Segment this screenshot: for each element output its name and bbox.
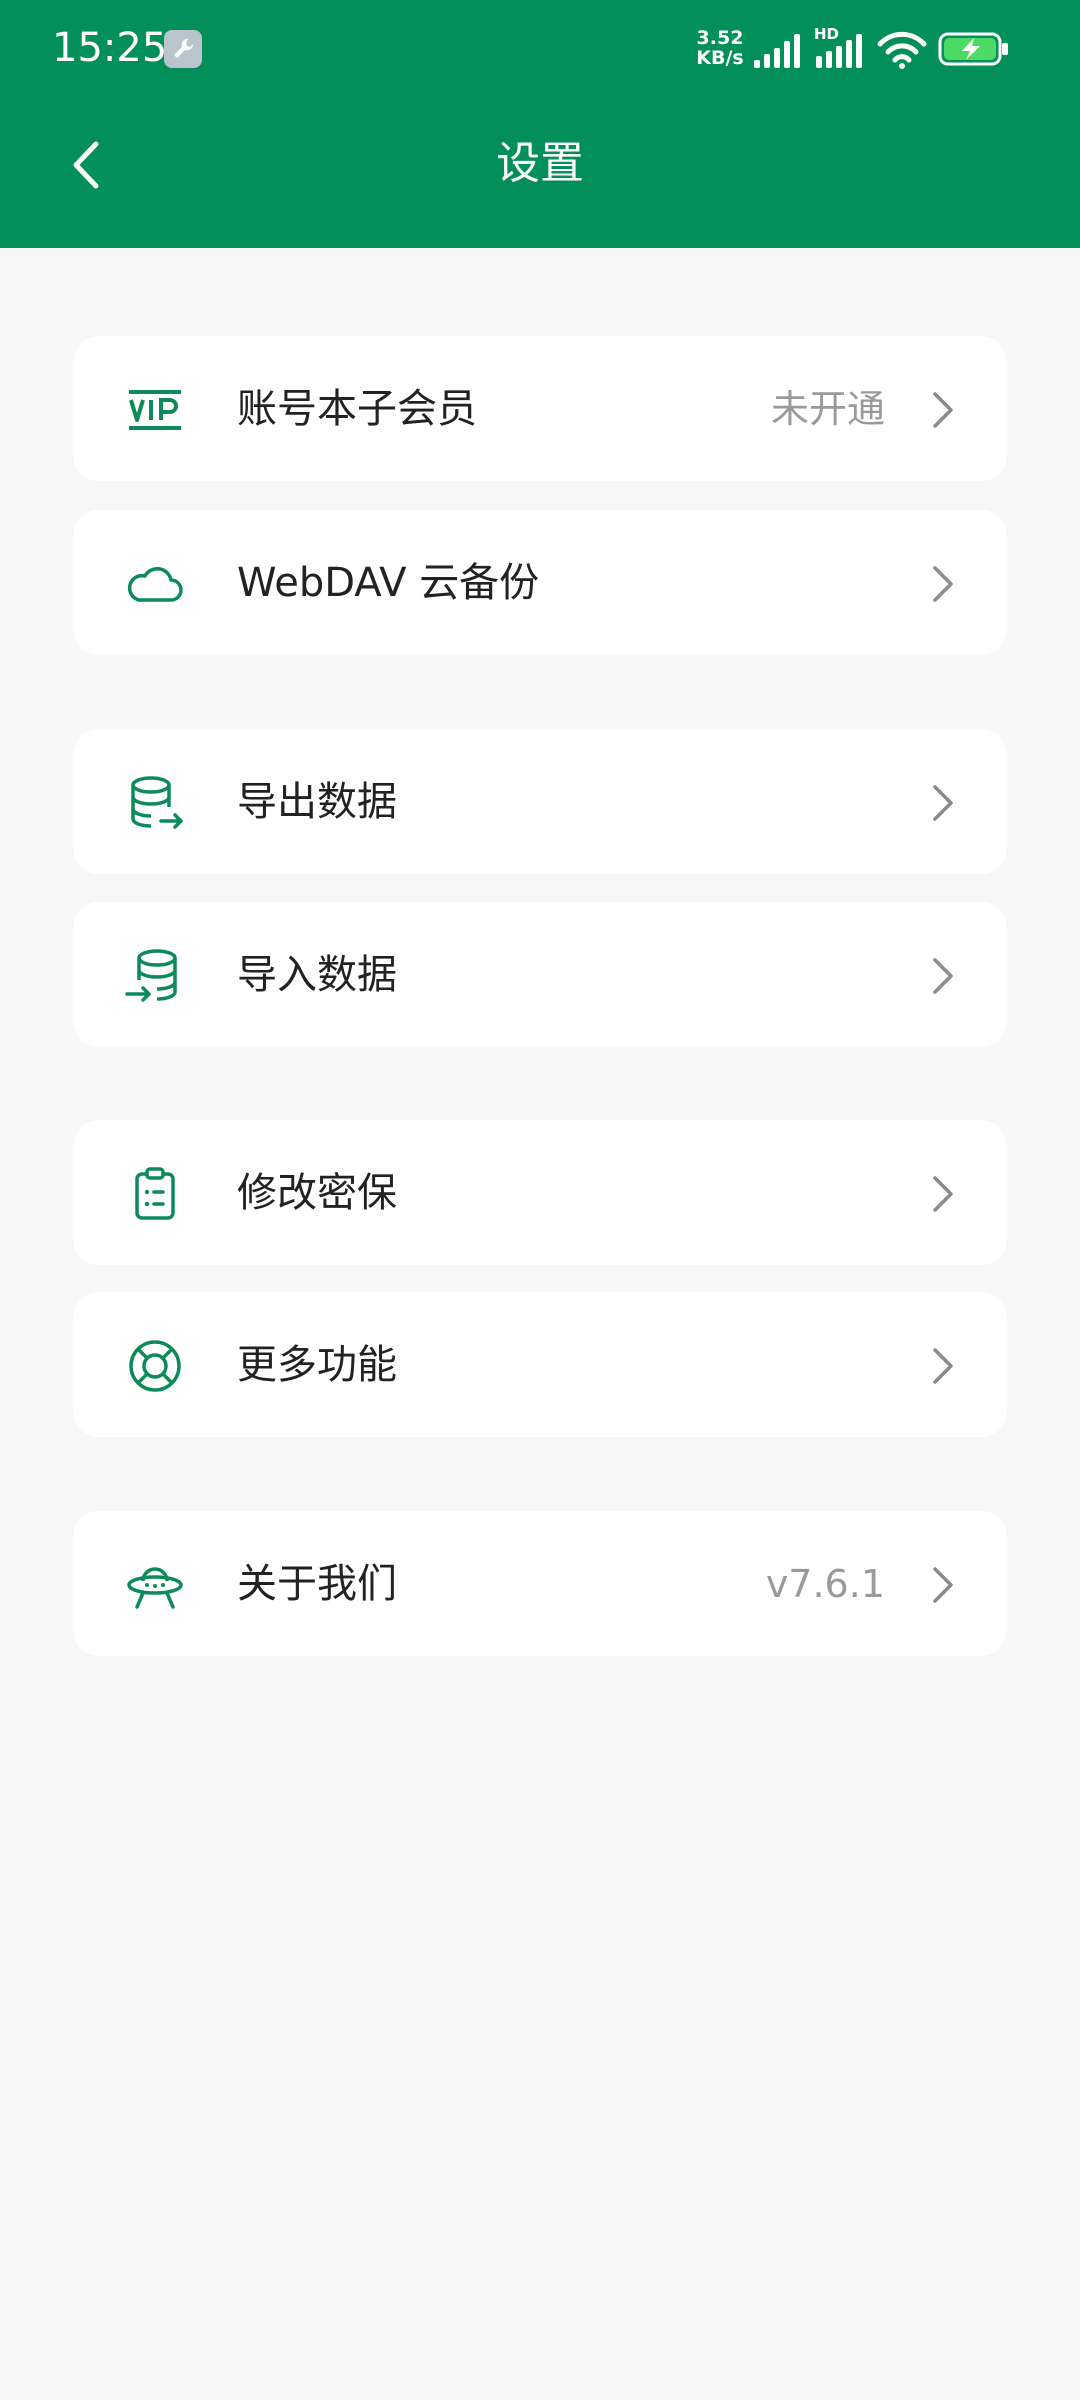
settings-item-label: 关于我们 <box>237 1561 397 1607</box>
chevron-right-icon <box>933 785 953 821</box>
settings-item-about[interactable]: 关于我们 v7.6.1 <box>73 1511 1007 1656</box>
membership-status: 未开通 <box>770 387 885 431</box>
chevron-right-icon <box>933 1567 953 1603</box>
page-title: 设置 <box>496 138 584 189</box>
battery-charging-icon <box>938 32 1008 66</box>
chevron-right-icon <box>933 1176 953 1212</box>
settings-item-export[interactable]: 导出数据 <box>73 729 1007 874</box>
settings-item-label: 账号本子会员 <box>237 386 477 432</box>
settings-item-import[interactable]: 导入数据 <box>73 902 1007 1047</box>
chevron-right-icon <box>933 958 953 994</box>
chevron-right-icon <box>933 1348 953 1384</box>
app-bar: 设置 <box>0 96 1080 248</box>
ufo-icon <box>127 1567 183 1609</box>
settings-item-label: WebDAV 云备份 <box>237 560 540 606</box>
settings-item-webdav[interactable]: WebDAV 云备份 <box>73 510 1007 655</box>
wrench-icon <box>164 30 202 68</box>
app-version: v7.6.1 <box>765 1562 885 1606</box>
signal-icon-2 <box>816 34 862 68</box>
network-speed: 3.52 KB/s <box>692 28 748 68</box>
settings-item-label: 导出数据 <box>237 779 397 825</box>
settings-item-label: 导入数据 <box>237 952 397 998</box>
settings-item-security-question[interactable]: 修改密保 <box>73 1120 1007 1265</box>
cloud-icon <box>127 567 183 602</box>
chevron-right-icon <box>933 392 953 428</box>
settings-item-vip[interactable]: 账号本子会员 未开通 <box>73 336 1007 481</box>
wifi-icon <box>877 31 927 69</box>
settings-item-label: 修改密保 <box>237 1170 397 1216</box>
signal-icon <box>754 34 800 68</box>
chevron-right-icon <box>933 566 953 602</box>
lifebuoy-icon <box>129 1340 181 1392</box>
database-import-icon <box>125 949 177 1002</box>
settings-item-more-features[interactable]: 更多功能 <box>73 1292 1007 1437</box>
status-time: 15:25 <box>52 25 168 71</box>
database-export-icon <box>131 776 183 829</box>
status-bar: 15:25 3.52 KB/s HD <box>0 0 1080 96</box>
network-speed-unit: KB/s <box>696 47 744 69</box>
clipboard-icon <box>135 1167 175 1220</box>
network-speed-value: 3.52 <box>696 27 744 49</box>
vip-icon <box>129 390 181 430</box>
settings-item-label: 更多功能 <box>237 1342 397 1388</box>
